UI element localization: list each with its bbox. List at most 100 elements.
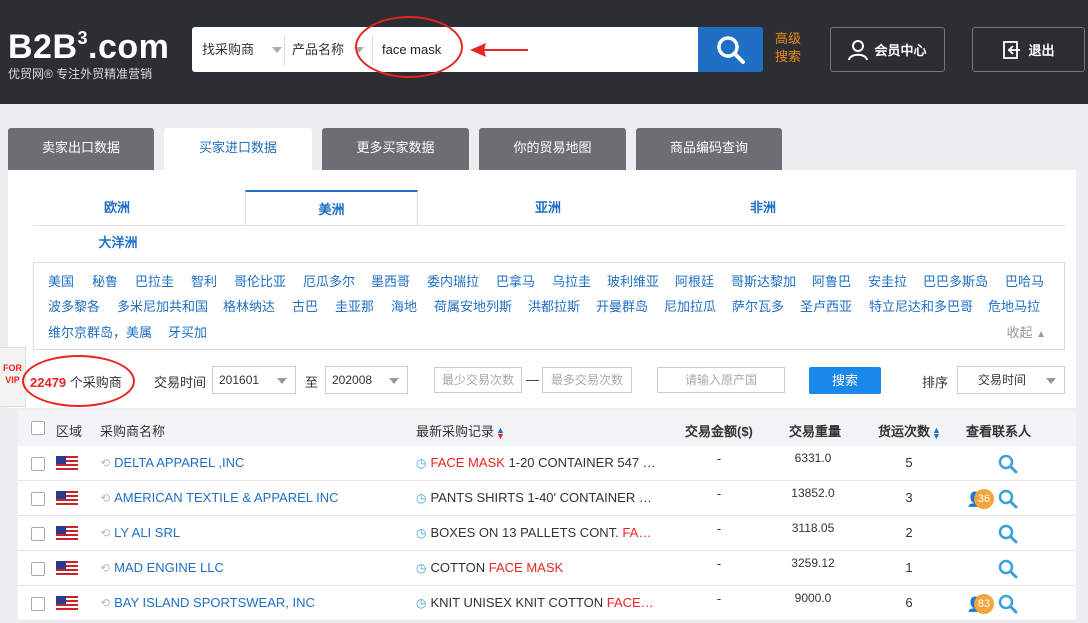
country-item[interactable]: 巴拉圭 xyxy=(135,271,174,290)
site-logo[interactable]: B2B3.com 优贸网® 专注外贸精准营销 xyxy=(8,20,169,82)
advanced-search-link[interactable]: 高级搜索 xyxy=(775,30,805,66)
country-item[interactable]: 尼加拉瓜 xyxy=(664,296,716,315)
buyer-name: BAY ISLAND SPORTSWEAR, INC xyxy=(114,595,315,610)
country-item[interactable]: 巴巴多斯岛 xyxy=(923,271,988,290)
tab-more-buyer-data[interactable]: 更多买家数据 xyxy=(322,128,469,170)
origin-country-input[interactable]: 请输入原产国 xyxy=(657,367,785,393)
country-item[interactable]: 哥伦比亚 xyxy=(234,271,286,290)
country-item[interactable]: 巴哈马 xyxy=(1005,271,1044,290)
view-contact-search-icon[interactable] xyxy=(998,454,1018,474)
view-contact-search-icon[interactable] xyxy=(998,489,1018,509)
latest-record[interactable]: ◷ PANTS SHIRTS 1-40' CONTAINER … xyxy=(416,490,656,505)
search-type-select[interactable]: 找采购商 xyxy=(202,27,282,72)
country-item[interactable]: 危地马拉 xyxy=(988,296,1040,315)
row-checkbox[interactable] xyxy=(31,562,45,576)
country-item[interactable]: 特立尼达和多巴哥 xyxy=(869,296,973,315)
country-item[interactable]: 安圭拉 xyxy=(868,271,907,290)
trade-time-to-select[interactable]: 202008 xyxy=(325,366,408,394)
member-center-button[interactable]: 会员中心 xyxy=(830,27,945,72)
country-item[interactable]: 开曼群岛 xyxy=(596,296,648,315)
refresh-icon: ⟲ xyxy=(100,595,111,610)
country-item[interactable]: 维尔京群岛，美属 xyxy=(48,322,152,341)
country-item[interactable]: 波多黎各 xyxy=(48,296,100,315)
region-tab-asia[interactable]: 亚洲 xyxy=(463,190,633,226)
latest-record[interactable]: ◷ COTTON FACE MASK xyxy=(416,560,656,575)
view-contact-search-icon[interactable] xyxy=(998,559,1018,579)
logo-text: B2B xyxy=(8,28,78,66)
tab-buyer-import[interactable]: 买家进口数据 xyxy=(164,128,312,171)
tab-trade-map[interactable]: 你的贸易地图 xyxy=(479,128,626,170)
country-item[interactable]: 墨西哥 xyxy=(371,271,410,290)
tab-hs-code-lookup[interactable]: 商品编码查询 xyxy=(636,128,782,170)
trade-time-from-select[interactable]: 201601 xyxy=(212,366,296,394)
country-item[interactable]: 阿根廷 xyxy=(675,271,714,290)
tab-seller-export[interactable]: 卖家出口数据 xyxy=(8,128,154,170)
latest-record[interactable]: ◷ FACE MASK 1-20 CONTAINER 547 … xyxy=(416,455,656,470)
weight-value: 3259.12 xyxy=(791,556,835,570)
clock-icon: ◷ xyxy=(416,490,427,505)
country-item[interactable]: 多米尼加共和国 xyxy=(117,296,208,315)
min-trade-count-input[interactable]: 最少交易次数 xyxy=(434,367,522,393)
contact-cell xyxy=(958,557,1018,581)
country-item[interactable]: 美国 xyxy=(48,271,74,290)
country-item[interactable]: 巴拿马 xyxy=(496,271,535,290)
header-latest-record[interactable]: 最新采购记录 ▲ ▼ xyxy=(416,421,505,440)
region-tab-africa[interactable]: 非洲 xyxy=(678,190,848,226)
country-item[interactable]: 乌拉圭 xyxy=(552,271,591,290)
search-button[interactable] xyxy=(698,27,763,72)
region-tab-oceania[interactable]: 大洋洲 xyxy=(33,225,203,261)
row-checkbox[interactable] xyxy=(31,597,45,611)
collapse-toggle[interactable]: 收起 ▲ xyxy=(1006,322,1046,341)
logout-button[interactable]: 退出 xyxy=(972,27,1085,72)
contact-cell: 👤 83 xyxy=(958,592,1018,616)
buyer-name-link[interactable]: ⟲ DELTA APPAREL ,INC xyxy=(100,455,244,470)
select-all-checkbox[interactable] xyxy=(31,421,45,435)
country-item[interactable]: 洪都拉斯 xyxy=(528,296,580,315)
header-amount: 交易金额($) xyxy=(685,424,753,439)
country-item[interactable]: 哥斯达黎加 xyxy=(731,271,796,290)
region-divider xyxy=(33,225,1065,226)
buyer-name-link[interactable]: ⟲ BAY ISLAND SPORTSWEAR, INC xyxy=(100,595,315,610)
view-contact-search-icon[interactable] xyxy=(998,524,1018,544)
country-item[interactable]: 玻利维亚 xyxy=(607,271,659,290)
sort-select[interactable]: 交易时间 xyxy=(957,366,1065,394)
row-checkbox[interactable] xyxy=(31,527,45,541)
range-dash: — xyxy=(526,372,539,387)
region-tab-europe[interactable]: 欧洲 xyxy=(32,190,202,226)
country-item[interactable]: 牙买加 xyxy=(168,322,207,341)
country-item[interactable]: 圭亚那 xyxy=(335,296,374,315)
country-item[interactable]: 智利 xyxy=(191,271,217,290)
chevron-down-icon xyxy=(277,378,287,384)
country-item[interactable]: 海地 xyxy=(391,296,417,315)
record-text: 1-20 CONTAINER 547 … xyxy=(504,455,656,470)
logout-icon xyxy=(1003,40,1021,59)
latest-record[interactable]: ◷ BOXES ON 13 PALLETS CONT. FA… xyxy=(416,525,656,540)
filter-search-button[interactable]: 搜索 xyxy=(809,367,881,394)
buyer-name: AMERICAN TEXTILE & APPAREL INC xyxy=(114,490,339,505)
country-item[interactable]: 萨尔瓦多 xyxy=(732,296,784,315)
country-item[interactable]: 古巴 xyxy=(292,296,318,315)
buyer-name-link[interactable]: ⟲ MAD ENGINE LLC xyxy=(100,560,224,575)
region-tab-americas[interactable]: 美洲 xyxy=(245,190,418,226)
record-text: COTTON xyxy=(430,560,489,575)
row-checkbox[interactable] xyxy=(31,457,45,471)
latest-record[interactable]: ◷ KNIT UNISEX KNIT COTTON FACE… xyxy=(416,595,656,610)
country-item[interactable]: 圣卢西亚 xyxy=(800,296,852,315)
max-trade-count-input[interactable]: 最多交易次数 xyxy=(542,367,632,393)
country-item[interactable]: 秘鲁 xyxy=(92,271,118,290)
country-item[interactable]: 委内瑞拉 xyxy=(427,271,479,290)
record-highlight: FACE MASK xyxy=(488,560,564,575)
country-item[interactable]: 格林纳达 xyxy=(223,296,275,315)
header-region: 区域 xyxy=(56,424,83,439)
us-flag-icon xyxy=(56,491,78,505)
country-item[interactable]: 阿鲁巴 xyxy=(812,271,851,290)
refresh-icon: ⟲ xyxy=(100,490,111,505)
country-item[interactable]: 厄瓜多尔 xyxy=(303,271,355,290)
header-shipments[interactable]: 货运次数 ▲ ▼ xyxy=(878,421,941,440)
chevron-down-icon xyxy=(1046,378,1056,384)
buyer-name-link[interactable]: ⟲ LY ALI SRL xyxy=(100,525,180,540)
country-item[interactable]: 荷属安地列斯 xyxy=(434,296,512,315)
buyer-name-link[interactable]: ⟲ AMERICAN TEXTILE & APPAREL INC xyxy=(100,490,339,505)
view-contact-search-icon[interactable] xyxy=(998,594,1018,614)
row-checkbox[interactable] xyxy=(31,492,45,506)
